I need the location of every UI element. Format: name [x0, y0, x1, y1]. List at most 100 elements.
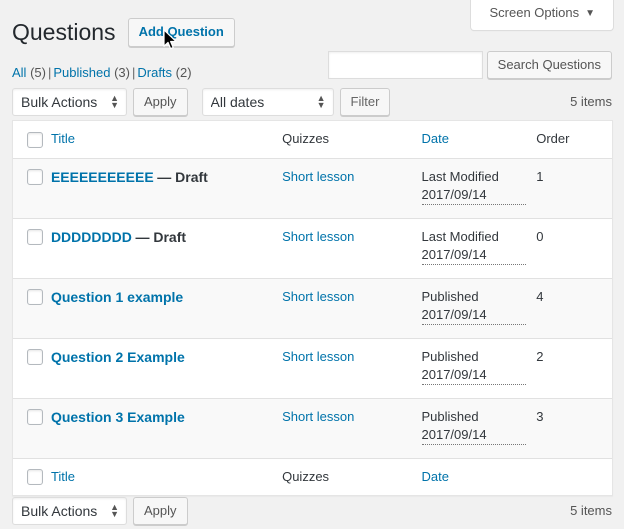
sort-date-link-footer[interactable]: Date [422, 469, 449, 484]
status-filter-drafts[interactable]: Drafts (2) [137, 65, 191, 80]
row-title-link[interactable]: DDDDDDDD [51, 229, 132, 245]
column-footer-title[interactable]: Title [50, 457, 283, 496]
sort-title-link[interactable]: Title [51, 131, 75, 146]
search-questions-button[interactable]: Search Questions [486, 51, 612, 79]
page-heading-row: Questions Add Question [12, 18, 235, 51]
filter-button[interactable]: Filter [339, 88, 391, 116]
row-title-cell: Question 3 Example [50, 398, 283, 458]
row-date-cell: Published 2017/09/14 [421, 339, 537, 399]
row-quizzes-cell: Short lesson [282, 339, 422, 399]
sort-date-link[interactable]: Date [422, 131, 449, 146]
tablenav-top: Bulk Actions ▲ ▼ Apply All dates ▲ ▼ Filte… [12, 88, 612, 118]
search-input[interactable] [327, 51, 483, 79]
row-select-cell [13, 398, 51, 458]
row-date-cell: Last Modified 2017/09/14 [421, 158, 537, 219]
row-select-checkbox[interactable] [27, 169, 43, 186]
screen-options-button[interactable]: Screen Options ▼ [470, 0, 614, 31]
chevron-down-icon: ▼ [585, 8, 595, 19]
questions-table-foot: Title Quizzes Date [13, 457, 612, 496]
questions-table-body: EEEEEEEEEEE — Draft Short lesson Last Modi… [13, 158, 612, 458]
apply-bulk-action-button-top[interactable]: Apply [133, 88, 188, 116]
row-select-cell [13, 278, 51, 339]
select-all-checkbox-bottom[interactable] [27, 469, 43, 486]
row-date-cell: Published 2017/09/14 [421, 278, 537, 339]
table-row: DDDDDDDD — Draft Short lesson Last Modifie… [13, 219, 612, 279]
row-quiz-link[interactable]: Short lesson [282, 409, 354, 424]
row-date-cell: Published 2017/09/14 [421, 398, 537, 458]
displaying-num-bottom: 5 items [570, 503, 612, 518]
row-order-cell: 4 [536, 278, 612, 339]
row-quiz-link[interactable]: Short lesson [282, 229, 354, 244]
column-header-quizzes-label: Quizzes [282, 131, 330, 147]
row-title-cell: Question 1 example [50, 278, 283, 339]
select-all-checkbox-top[interactable] [27, 131, 43, 148]
row-date-value: 2017/09/14 [421, 426, 527, 445]
bulk-actions-select-bottom[interactable]: Bulk Actions [12, 497, 127, 525]
bulk-actions-select-wrap-bottom: Bulk Actions ▲ ▼ [12, 497, 127, 525]
row-date-cell: Last Modified 2017/09/14 [421, 219, 537, 279]
status-filter-published-link[interactable]: Published [53, 65, 110, 80]
status-filter-list: All (5) | Published (3) | Drafts (2) [12, 63, 192, 83]
row-post-state: — Draft [135, 228, 187, 245]
status-filter-drafts-count: (2) [175, 65, 192, 80]
column-footer-order [536, 457, 612, 496]
row-select-checkbox[interactable] [27, 289, 43, 306]
row-date-status: Published [421, 288, 479, 304]
screen-options-label: Screen Options [489, 5, 580, 20]
select-all-footer [13, 457, 51, 496]
page-title: Questions [12, 19, 116, 45]
displaying-num-top: 5 items [570, 94, 612, 109]
row-title-cell: Question 2 Example [50, 339, 283, 399]
row-date-status: Last Modified [421, 168, 499, 184]
column-footer-quizzes: Quizzes [282, 457, 422, 496]
status-filter-published-count: (3) [114, 65, 130, 80]
row-title-cell: DDDDDDDD — Draft [50, 219, 283, 279]
column-header-order: Order [536, 121, 612, 159]
table-row: Question 3 Example Short lesson Published 2… [13, 398, 612, 458]
status-filter-drafts-link[interactable]: Drafts [137, 65, 172, 80]
row-order-cell: 3 [536, 398, 612, 458]
table-row: Question 2 Example Short lesson Published 2… [13, 339, 612, 399]
row-date-value: 2017/09/14 [421, 246, 527, 265]
status-filter-published[interactable]: Published (3) [53, 65, 130, 80]
tablenav-top-actions: Bulk Actions ▲ ▼ Apply All dates ▲ ▼ Filte… [12, 88, 391, 116]
row-title-link[interactable]: EEEEEEEEEEE [51, 169, 154, 185]
row-order-cell: 0 [536, 219, 612, 279]
row-quiz-link[interactable]: Short lesson [282, 169, 354, 184]
row-quiz-link[interactable]: Short lesson [282, 289, 354, 304]
row-post-state: — Draft [157, 168, 208, 185]
apply-bulk-action-button-bottom[interactable]: Apply [133, 497, 188, 525]
status-filter-all-count: (5) [30, 65, 46, 80]
row-quiz-link[interactable]: Short lesson [282, 349, 354, 364]
status-filter-all-link[interactable]: All [12, 65, 26, 80]
select-all-header [13, 121, 51, 159]
search-box: Search Questions [327, 51, 612, 79]
column-header-title[interactable]: Title [50, 121, 283, 159]
date-filter-select[interactable]: All dates [201, 88, 334, 116]
row-date-status: Published [421, 348, 479, 364]
bulk-actions-select-top[interactable]: Bulk Actions [12, 88, 127, 116]
status-filter-all[interactable]: All (5) [12, 65, 46, 80]
add-question-button[interactable]: Add Question [127, 18, 235, 47]
row-title-link[interactable]: Question 2 Example [51, 349, 185, 365]
column-header-date[interactable]: Date [421, 121, 537, 159]
sort-title-link-footer[interactable]: Title [51, 469, 75, 484]
row-title-link[interactable]: Question 1 example [51, 289, 183, 305]
row-select-checkbox[interactable] [27, 229, 43, 246]
row-date-status: Published [421, 408, 479, 424]
row-quizzes-cell: Short lesson [282, 398, 422, 458]
questions-table-head: Title Quizzes Date Order [13, 121, 612, 159]
bulk-actions-select-wrap-top: Bulk Actions ▲ ▼ [12, 88, 127, 116]
row-date-status: Last Modified [421, 228, 499, 244]
row-select-checkbox[interactable] [27, 409, 43, 426]
row-select-checkbox[interactable] [27, 349, 43, 366]
row-date-value: 2017/09/14 [421, 366, 527, 385]
row-date-value: 2017/09/14 [421, 186, 527, 205]
column-header-quizzes: Quizzes [282, 121, 422, 159]
row-select-cell [13, 219, 51, 279]
questions-table: Title Quizzes Date Order EEEEEEEEEEE — D… [12, 120, 613, 497]
column-header-order-label: Order [536, 131, 570, 147]
column-footer-quizzes-label: Quizzes [282, 468, 330, 484]
row-title-link[interactable]: Question 3 Example [51, 409, 185, 425]
column-footer-date[interactable]: Date [421, 457, 537, 496]
